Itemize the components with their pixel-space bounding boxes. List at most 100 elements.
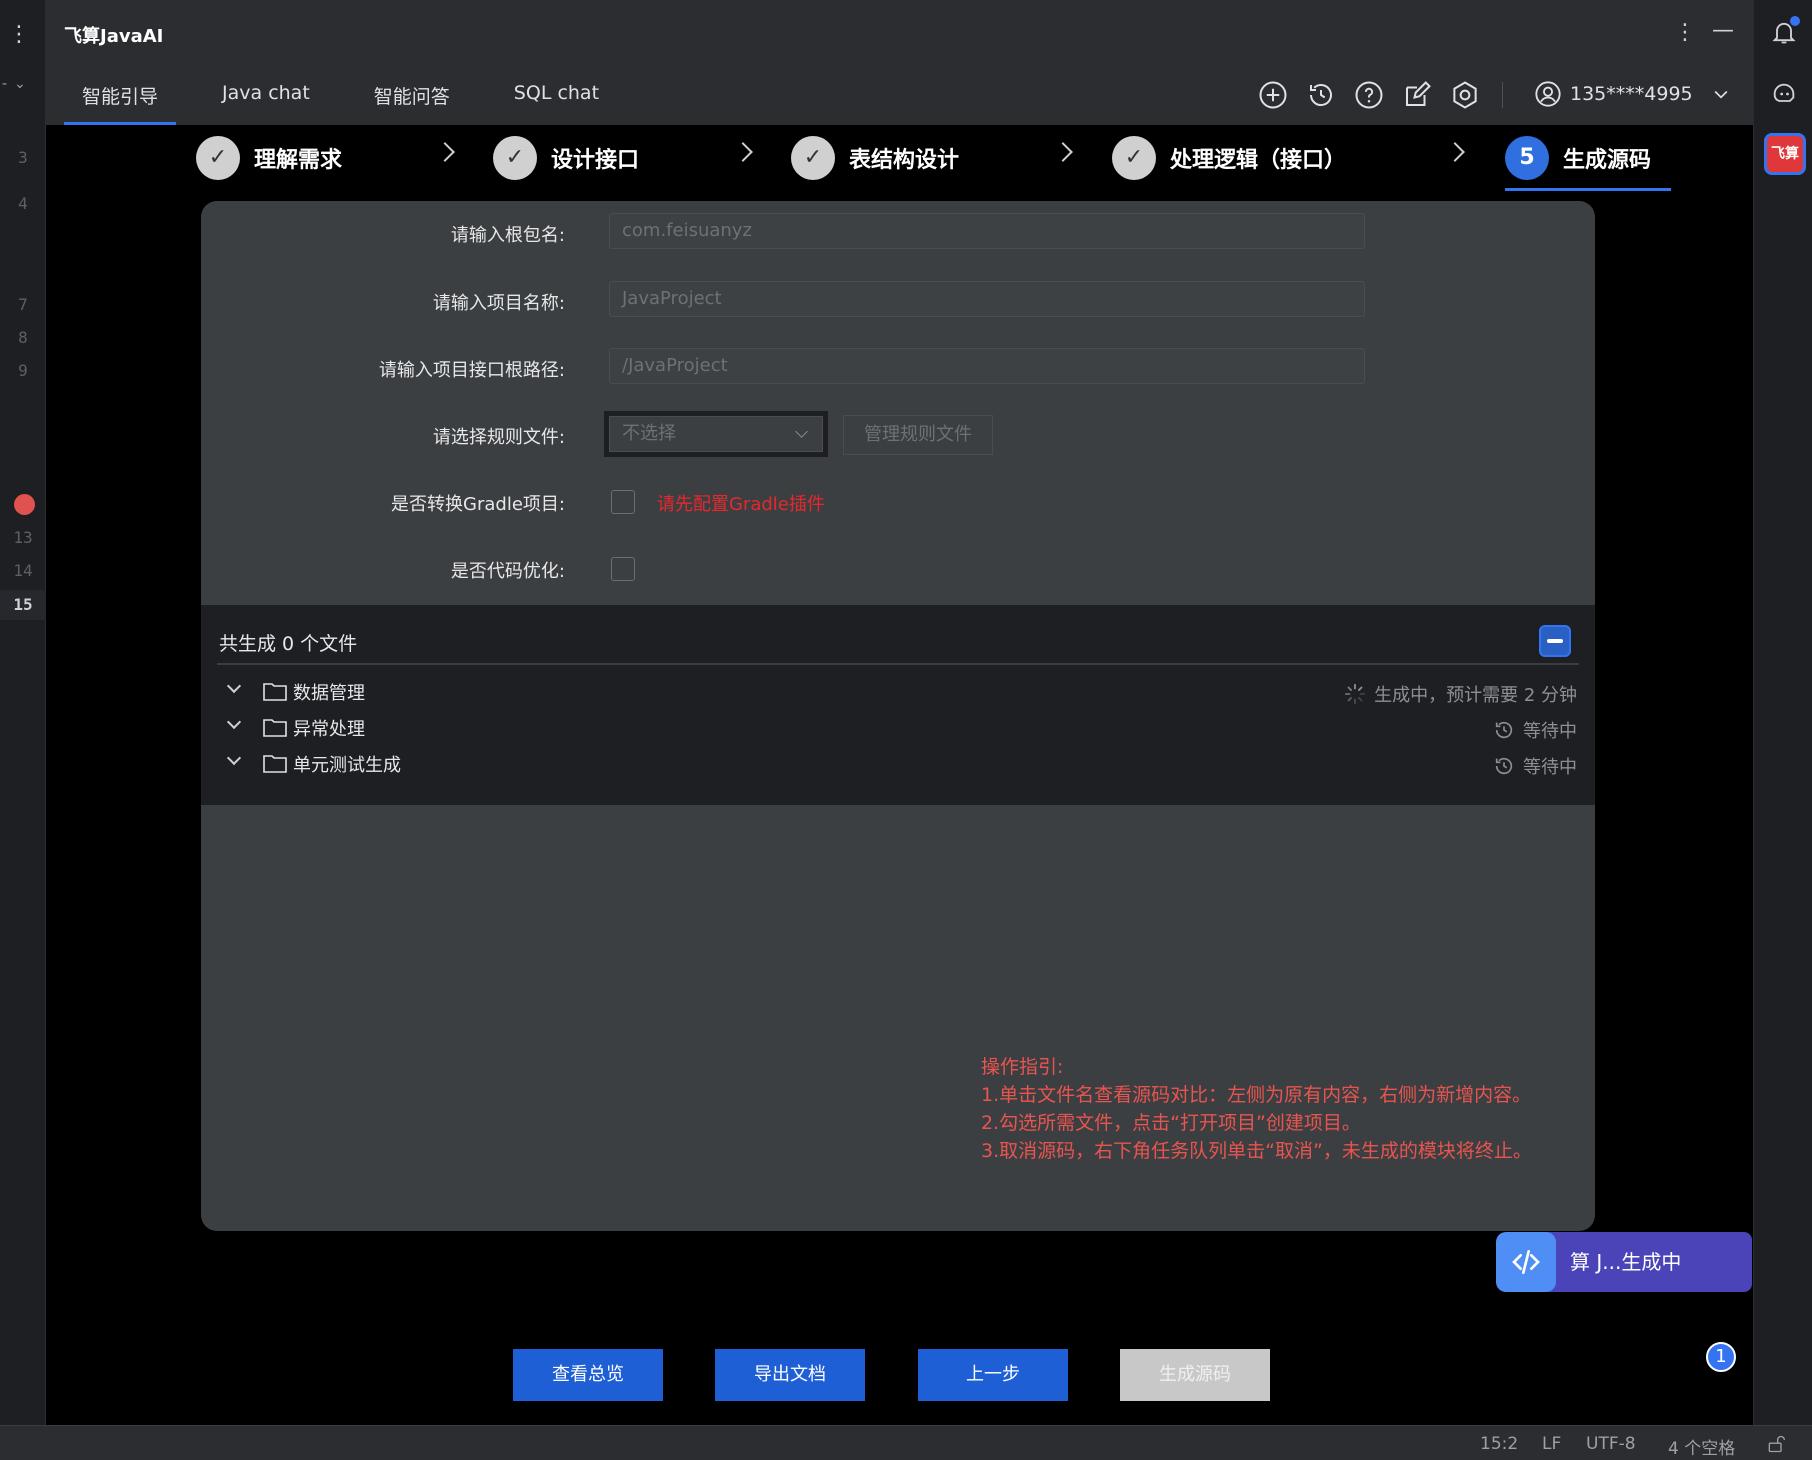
- guide-line: 1.单击文件名查看源码对比：左侧为原有内容，右侧为新增内容。: [981, 1084, 1532, 1106]
- form-row-api-root: 请输入项目接口根路径: /JavaProject: [201, 348, 1595, 388]
- more-icon[interactable]: ⋮: [8, 22, 30, 47]
- indent-setting[interactable]: 4 个空格: [1668, 1434, 1735, 1459]
- step-label: 设计接口: [551, 148, 640, 173]
- rule-file-label: 请选择规则文件:: [432, 427, 565, 448]
- generate-source-button[interactable]: 生成源码: [1120, 1349, 1270, 1401]
- files-count: 共生成 0 个文件: [219, 633, 358, 655]
- minimize-icon[interactable]: —: [1712, 18, 1734, 43]
- line-number: 8: [18, 328, 28, 347]
- folder-icon: [263, 719, 287, 737]
- api-root-label: 请输入项目接口根路径:: [378, 360, 565, 381]
- chevron-right-icon: [435, 142, 455, 162]
- status-bar: 15:2 LF UTF-8 4 个空格: [0, 1425, 1812, 1460]
- gradle-warning: 请先配置Gradle插件: [657, 494, 825, 515]
- plugin-header: 飞算JavaAI ⋮ — 智能引导 Java chat 智能问答 SQL cha…: [46, 0, 1753, 125]
- form-row-optimize: 是否代码优化:: [201, 549, 1595, 589]
- task-queue-icon[interactable]: [1496, 1232, 1556, 1292]
- step-label: 处理逻辑（接口）: [1170, 148, 1347, 173]
- rule-file-selected: 不选择: [622, 423, 676, 444]
- right-tool-strip: 飞算: [1753, 0, 1812, 1425]
- chevron-down-icon: [795, 425, 808, 438]
- api-root-input[interactable]: /JavaProject: [609, 348, 1365, 384]
- more-icon[interactable]: ⋮: [1674, 20, 1696, 45]
- step-done-icon: ✓: [493, 136, 537, 180]
- settings-icon[interactable]: [1450, 80, 1480, 110]
- ai-assistant-icon[interactable]: [1770, 80, 1798, 108]
- root-package-label: 请输入根包名:: [450, 225, 565, 246]
- manage-rule-file-button[interactable]: 管理规则文件: [843, 415, 993, 455]
- export-doc-button[interactable]: 导出文档: [715, 1349, 865, 1401]
- step-done-icon: ✓: [791, 136, 835, 180]
- help-icon[interactable]: [1354, 80, 1384, 110]
- chevron-right-icon: [1445, 142, 1465, 162]
- dash-icon: -: [2, 76, 8, 92]
- add-icon[interactable]: [1258, 80, 1288, 110]
- module-name[interactable]: 数据管理: [293, 679, 365, 705]
- guide-title: 操作指引:: [981, 1056, 1064, 1078]
- step-done-icon: ✓: [1112, 136, 1156, 180]
- chevron-down-icon[interactable]: [226, 714, 242, 730]
- prev-step-button[interactable]: 上一步: [918, 1349, 1068, 1401]
- module-status-text: 等待中: [1523, 721, 1577, 742]
- file-list: 共生成 0 个文件 数据管理 生成中，预计需要 2 分钟 异常处理 等待中 单元…: [201, 605, 1595, 805]
- tab-guide[interactable]: 智能引导: [64, 82, 177, 125]
- tab-sql-chat[interactable]: SQL chat: [496, 82, 617, 125]
- line-number: 3: [18, 148, 28, 167]
- file-encoding[interactable]: UTF-8: [1586, 1434, 1636, 1454]
- history-icon: [1495, 757, 1513, 775]
- collapse-all-button[interactable]: [1539, 625, 1571, 657]
- line-number: 13: [13, 528, 33, 547]
- user-phone: 135****4995: [1570, 83, 1693, 105]
- feisuan-logo-icon[interactable]: 飞算: [1764, 133, 1806, 175]
- step-2[interactable]: ✓ 设计接口: [493, 135, 639, 181]
- tab-qa[interactable]: 智能问答: [356, 82, 468, 125]
- tab-java-chat[interactable]: Java chat: [204, 82, 328, 125]
- view-overview-button[interactable]: 查看总览: [513, 1349, 663, 1401]
- step-3[interactable]: ✓ 表结构设计: [791, 135, 959, 181]
- step-4[interactable]: ✓ 处理逻辑（接口）: [1112, 135, 1346, 181]
- rule-file-select[interactable]: 不选择: [609, 416, 823, 452]
- step-1[interactable]: ✓ 理解需求: [196, 135, 342, 181]
- line-ending[interactable]: LF: [1542, 1434, 1561, 1454]
- toolbar-icons: [1258, 80, 1480, 110]
- step-label: 理解需求: [254, 148, 343, 173]
- project-name-input[interactable]: JavaProject: [609, 281, 1365, 317]
- root-package-input[interactable]: com.feisuanyz: [609, 213, 1365, 249]
- file-module-row[interactable]: 数据管理 生成中，预计需要 2 分钟: [219, 675, 1577, 711]
- line-number: 9: [18, 361, 28, 380]
- edit-icon[interactable]: [1402, 80, 1432, 110]
- form-row-rule-file: 请选择规则文件: 不选择 管理规则文件: [201, 411, 1595, 457]
- optimize-checkbox[interactable]: [611, 557, 635, 581]
- chevron-right-icon: [733, 142, 753, 162]
- operation-guide: 操作指引: 1.单击文件名查看源码对比：左侧为原有内容，右侧为新增内容。 2.勾…: [981, 1053, 1532, 1165]
- line-number: 4: [18, 194, 28, 213]
- tab-bar: 智能引导 Java chat 智能问答 SQL chat: [64, 82, 645, 125]
- file-module-row[interactable]: 单元测试生成 等待中: [219, 747, 1577, 783]
- ide-window: ⋮ - ⌄ 3 4 7 8 9 13 14 15 飞算 飞算JavaAI ⋮ —…: [0, 0, 1812, 1460]
- step-number: 5: [1505, 136, 1549, 180]
- user-menu[interactable]: 135****4995: [1534, 80, 1731, 108]
- editor-gutter: ⋮ - ⌄ 3 4 7 8 9 13 14 15: [0, 0, 46, 1425]
- gradle-checkbox[interactable]: [611, 490, 635, 514]
- chevron-down-icon[interactable]: ⌄: [14, 76, 26, 92]
- form-row-gradle: 是否转换Gradle项目: 请先配置Gradle插件: [201, 482, 1595, 522]
- task-count-badge: 1: [1706, 1342, 1736, 1372]
- task-label[interactable]: 算 J...生成中: [1570, 1246, 1681, 1275]
- module-name[interactable]: 异常处理: [293, 715, 365, 741]
- divider: [217, 663, 1579, 665]
- breakpoint-icon[interactable]: [14, 494, 35, 515]
- history-icon[interactable]: [1306, 80, 1336, 110]
- chevron-down-icon[interactable]: [226, 750, 242, 766]
- cursor-position[interactable]: 15:2: [1480, 1434, 1518, 1454]
- module-status: 生成中，预计需要 2 分钟: [1344, 681, 1577, 707]
- step-done-icon: ✓: [196, 136, 240, 180]
- folder-icon: [263, 755, 287, 773]
- unlock-icon[interactable]: [1766, 1434, 1786, 1454]
- chevron-down-icon[interactable]: [1711, 84, 1731, 104]
- chevron-down-icon[interactable]: [226, 678, 242, 694]
- project-name-label: 请输入项目名称:: [432, 293, 565, 314]
- user-avatar-icon: [1535, 81, 1561, 107]
- file-module-row[interactable]: 异常处理 等待中: [219, 711, 1577, 747]
- module-name[interactable]: 单元测试生成: [293, 751, 401, 777]
- step-5[interactable]: 5 生成源码: [1505, 135, 1672, 191]
